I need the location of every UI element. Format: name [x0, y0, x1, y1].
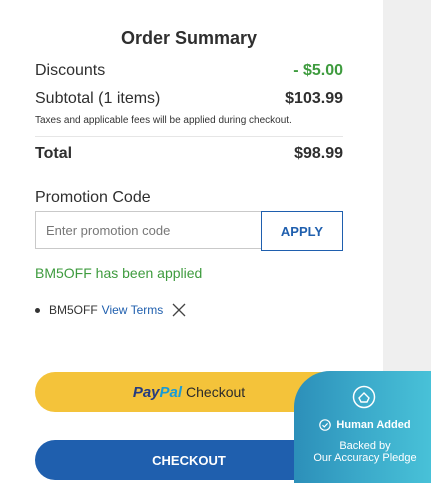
subtotal-row: Subtotal (1 items) $103.99	[35, 90, 343, 108]
coupon-code: BM5OFF	[49, 303, 98, 317]
badge-logo-icon	[352, 385, 376, 409]
paypal-checkout-label: Checkout	[186, 384, 246, 400]
subtotal-label: Subtotal (1 items)	[35, 90, 161, 107]
remove-icon[interactable]	[171, 302, 187, 318]
human-added-text: Human Added	[336, 419, 411, 431]
accuracy-pledge-badge[interactable]: Human Added Backed by Our Accuracy Pledg…	[294, 371, 431, 483]
bullet-icon	[35, 307, 40, 313]
promo-applied-message: BM5OFF has been applied	[35, 265, 203, 281]
backed-by-text: Backed by	[339, 440, 391, 452]
accuracy-pledge-text: Our Accuracy Pledge	[313, 452, 417, 464]
promotion-code-label: Promotion Code	[35, 189, 151, 206]
summary-divider	[35, 136, 343, 137]
paypal-logo: PayPal	[132, 383, 183, 401]
total-value: $98.99	[294, 145, 343, 162]
total-row: Total $98.99	[35, 145, 343, 163]
total-label: Total	[35, 145, 73, 162]
discounts-row: Discounts - $5.00	[35, 62, 343, 80]
subtotal-value: $103.99	[285, 90, 343, 107]
apply-button[interactable]: APPLY	[261, 211, 343, 251]
discounts-label: Discounts	[35, 62, 106, 79]
applied-coupon: BM5OFF View Terms	[35, 302, 187, 318]
check-circle-icon	[319, 419, 332, 431]
human-added-row: Human Added	[294, 419, 431, 431]
discounts-value: - $5.00	[293, 62, 343, 79]
order-summary-title: Order Summary	[120, 28, 258, 48]
view-terms-link[interactable]: View Terms	[102, 303, 164, 317]
tax-note: Taxes and applicable fees will be applie…	[35, 115, 292, 126]
promotion-code-input[interactable]	[35, 211, 261, 249]
